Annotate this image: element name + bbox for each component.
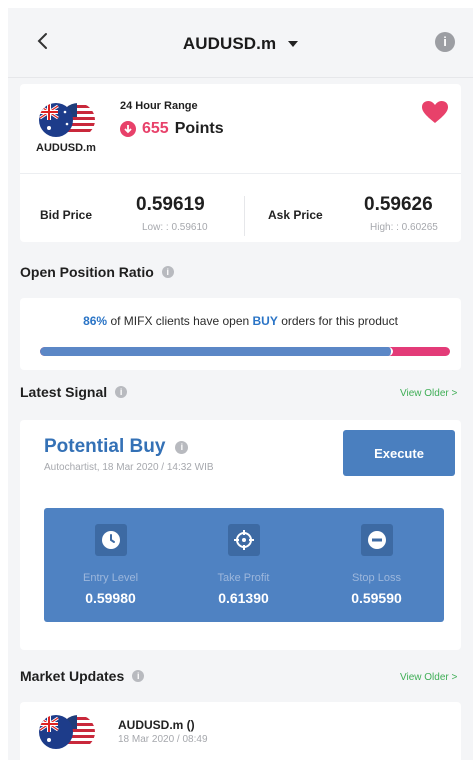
open-position-heading: Open Position Ratio i	[20, 264, 174, 280]
section-title: Latest Signal	[20, 384, 108, 400]
favorite-heart-icon[interactable]	[421, 100, 449, 124]
signal-source: Autochartist, 18 Mar 2020 / 14:32 WIB	[44, 462, 214, 473]
execute-button[interactable]: Execute	[343, 430, 455, 476]
level-name: Stop Loss	[352, 572, 401, 584]
symbol-label: AUDUSD.m	[36, 142, 96, 154]
stop-loss-level: Stop Loss 0.59590	[310, 508, 443, 622]
entry-level: Entry Level 0.59980	[44, 508, 177, 622]
aud-usd-flag-icon	[39, 715, 95, 749]
buy-percent: 86%	[83, 314, 108, 328]
ratio-text-end: orders for this product	[277, 314, 398, 328]
market-updates-heading: Market Updates i	[20, 668, 145, 684]
view-older-updates-link[interactable]: View Older >	[400, 672, 457, 683]
buy-ratio-fill	[40, 347, 393, 356]
info-icon[interactable]: i	[175, 440, 189, 454]
symbol-selector[interactable]: AUDUSD.m	[182, 33, 299, 54]
latest-signal-heading: Latest Signal i	[20, 384, 128, 400]
section-title: Open Position Ratio	[20, 264, 154, 280]
level-value: 0.59590	[351, 590, 402, 606]
chevron-down-icon	[288, 40, 299, 47]
buy-word: BUY	[252, 314, 278, 328]
signal-title: Potential Buy i	[44, 436, 189, 458]
info-icon[interactable]: i	[161, 266, 174, 278]
update-time: 18 Mar 2020 / 08:49	[118, 734, 208, 745]
level-name: Entry Level	[82, 572, 139, 584]
level-value: 0.61390	[218, 590, 269, 606]
level-value: 0.59980	[85, 590, 136, 606]
take-profit-level: Take Profit 0.61390	[177, 508, 310, 622]
level-name: Take Profit	[217, 572, 270, 584]
update-title: AUDUSD.m ()	[118, 718, 195, 732]
crosshair-icon	[227, 524, 260, 556]
bid-value: 0.59619	[136, 194, 205, 215]
info-icon[interactable]: i	[132, 670, 145, 682]
points-value: 655	[142, 120, 169, 137]
view-older-signal-link[interactable]: View Older >	[400, 388, 457, 399]
ask-label: Ask Price	[268, 208, 323, 222]
arrow-down-icon	[120, 121, 136, 137]
signal-levels-panel: Entry Level 0.59980 Take Profit 0.61390 …	[44, 508, 444, 622]
divider	[244, 196, 245, 236]
aud-usd-flag-icon	[39, 103, 95, 137]
range-title: 24 Hour Range	[120, 100, 198, 112]
position-ratio-bar	[40, 347, 450, 356]
info-icon[interactable]: i	[435, 32, 455, 52]
info-icon[interactable]: i	[115, 386, 128, 398]
ratio-text: 86% of MIFX clients have open BUY orders…	[8, 314, 473, 328]
top-bar: AUDUSD.m i	[8, 8, 473, 78]
back-arrow-icon[interactable]	[32, 30, 54, 52]
page-title: AUDUSD.m	[182, 33, 277, 53]
ratio-text-middle: of MIFX clients have open	[107, 314, 253, 328]
clock-icon	[94, 524, 127, 556]
bid-label: Bid Price	[40, 208, 93, 222]
points-change: 655 Points	[120, 120, 224, 138]
section-title: Market Updates	[20, 668, 125, 684]
app-screen: AUDUSD.m i AUDUSD.m 24 Hour Range 655 Po…	[8, 8, 473, 760]
points-unit: Points	[174, 120, 224, 137]
signal-title-text: Potential Buy	[44, 436, 166, 457]
divider	[20, 173, 461, 174]
position-ratio-card	[20, 298, 461, 370]
minus-circle-icon	[360, 524, 393, 556]
high-value: High: : 0.60265	[370, 222, 438, 233]
ask-value: 0.59626	[364, 194, 433, 215]
low-value: Low: : 0.59610	[142, 222, 208, 233]
